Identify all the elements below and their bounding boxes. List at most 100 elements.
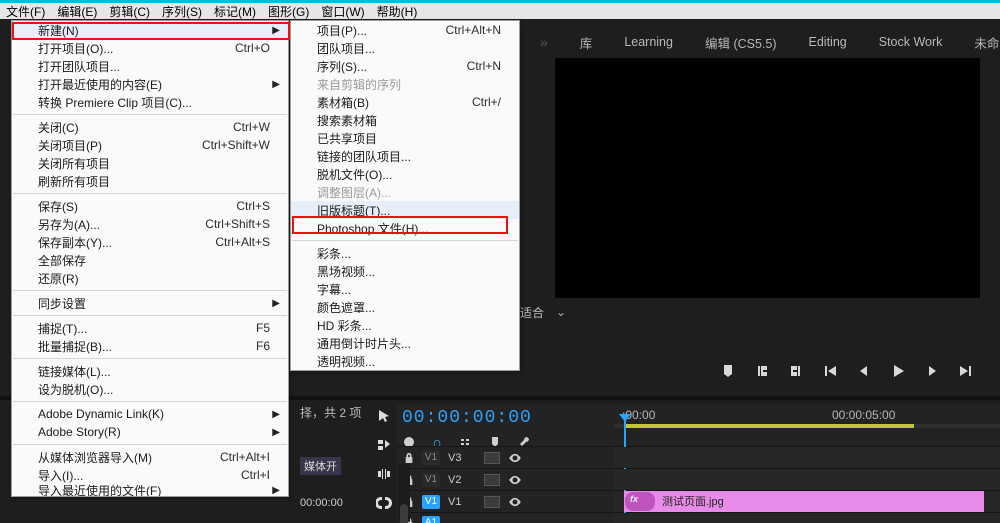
out-point-icon[interactable] (788, 363, 804, 379)
eye-icon[interactable] (508, 453, 522, 463)
menu-item[interactable]: 全部保存 (12, 251, 288, 269)
menu-bar-item[interactable]: 帮助(H) (377, 3, 418, 20)
menu-bar-item[interactable]: 剪辑(C) (109, 3, 150, 20)
menu-item[interactable]: 还原(R) (12, 269, 288, 287)
menu-item[interactable]: 打开最近使用的内容(E)▶ (12, 75, 288, 93)
workspace-tab[interactable]: Editing (809, 35, 847, 49)
eye-icon[interactable] (508, 497, 522, 507)
fx-badge-icon[interactable]: fx (630, 494, 644, 504)
work-area-bar[interactable] (624, 424, 914, 428)
track-mute-toggle[interactable] (484, 496, 500, 508)
menu-item[interactable]: 项目(P)...Ctrl+Alt+N (291, 21, 519, 39)
menu-bar-item[interactable]: 序列(S) (162, 3, 202, 20)
menu-item[interactable]: 同步设置▶ (12, 294, 288, 312)
track-mute-toggle[interactable] (484, 452, 500, 464)
menu-item[interactable]: 链接的团队项目... (291, 147, 519, 165)
menu-item[interactable]: 关闭所有项目 (12, 154, 288, 172)
goto-in-icon[interactable] (822, 363, 838, 379)
track-name[interactable]: V2 (448, 474, 476, 486)
menu-item[interactable]: 通用倒计时片头... (291, 334, 519, 352)
workspace-tab[interactable]: 未命 (974, 33, 999, 52)
track-select-tool-icon[interactable] (376, 437, 392, 453)
menu-item[interactable]: 批量捕捉(B)...F6 (12, 337, 288, 355)
menu-item[interactable]: 素材箱(B)Ctrl+/ (291, 93, 519, 111)
menu-item[interactable]: 已共享项目 (291, 129, 519, 147)
menu-item[interactable]: HD 彩条... (291, 316, 519, 334)
track-lane[interactable]: fx测试页面.jpg (614, 491, 1000, 512)
menu-bar-item[interactable]: 文件(F) (6, 3, 45, 20)
zoom-fit-dropdown[interactable]: 适合 ⌄ (520, 302, 566, 322)
lock-icon[interactable] (404, 452, 414, 464)
menu-item[interactable]: 转换 Premiere Clip 项目(C)... (12, 93, 288, 111)
workspace-bar[interactable]: » 库 Learning 编辑 (CS5.5) Editing Stock Work 未命 (520, 30, 1000, 54)
menu-item[interactable]: 脱机文件(O)... (291, 165, 519, 183)
menu-bar-item[interactable]: 窗口(W) (321, 3, 364, 20)
track-name[interactable]: V1 (448, 496, 476, 508)
menu-item[interactable]: 关闭(C)Ctrl+W (12, 118, 288, 136)
menu-item[interactable]: 设为脱机(O)... (12, 380, 288, 398)
step-fwd-icon[interactable] (924, 363, 940, 379)
project-selection-info: 择，共 2 项 (300, 404, 361, 421)
video-clip[interactable]: fx测试页面.jpg (624, 491, 984, 512)
menu-item[interactable]: 导入最近使用的文件(F)▶ (12, 484, 288, 496)
track-lane[interactable] (614, 469, 1000, 490)
workspace-tab[interactable]: 编辑 (CS5.5) (705, 33, 777, 52)
menu-item[interactable]: Adobe Story(R)▶ (12, 423, 288, 441)
menu-item[interactable]: Adobe Dynamic Link(K)▶ (12, 405, 288, 423)
track-lane[interactable] (614, 447, 1000, 468)
menu-item[interactable]: 新建(N)▶ (12, 21, 288, 39)
workspace-tab[interactable]: Stock Work (879, 35, 943, 49)
track-targeting-toggle[interactable]: V1 (422, 451, 440, 465)
play-icon[interactable] (890, 363, 906, 379)
workspace-tab[interactable]: Learning (624, 35, 673, 49)
menu-item[interactable]: 搜索素材箱 (291, 111, 519, 129)
menu-item[interactable]: 团队项目... (291, 39, 519, 57)
menu-item[interactable]: 从媒体浏览器导入(M)Ctrl+Alt+I (12, 448, 288, 466)
file-menu[interactable]: 新建(N)▶打开项目(O)...Ctrl+O打开团队项目...打开最近使用的内容… (11, 20, 289, 497)
menu-item[interactable]: 彩条... (291, 244, 519, 262)
menu-item[interactable]: 颜色遮罩... (291, 298, 519, 316)
add-marker-icon[interactable] (720, 363, 736, 379)
menu-item[interactable]: 打开团队项目... (12, 57, 288, 75)
menu-item[interactable]: 序列(S)...Ctrl+N (291, 57, 519, 75)
menu-item[interactable]: 链接媒体(L)... (12, 362, 288, 380)
menu-item[interactable]: Photoshop 文件(H)... (291, 219, 519, 237)
menu-item[interactable]: 黑场视频... (291, 262, 519, 280)
track-lane[interactable] (614, 513, 1000, 523)
ripple-edit-tool-icon[interactable] (376, 466, 392, 482)
menu-item[interactable]: 另存为(A)...Ctrl+Shift+S (12, 215, 288, 233)
menu-item[interactable]: 保存(S)Ctrl+S (12, 197, 288, 215)
menu-bar[interactable]: 文件(F) 编辑(E) 剪辑(C) 序列(S) 标记(M) 图形(G) 窗口(W) 帮助(H) (0, 3, 1000, 19)
submenu-arrow-icon: ▶ (272, 427, 280, 438)
in-point-icon[interactable] (754, 363, 770, 379)
step-back-icon[interactable] (856, 363, 872, 379)
track-targeting-toggle[interactable]: A1 (422, 516, 440, 523)
timeline-timecode[interactable]: 00:00:00:00 (402, 408, 608, 428)
menu-bar-item[interactable]: 编辑(E) (57, 3, 97, 20)
track-targeting-toggle[interactable]: V1 (422, 473, 440, 487)
goto-out-icon[interactable] (958, 363, 974, 379)
track-targeting-toggle[interactable]: V1 (422, 495, 440, 509)
project-column-header[interactable]: 媒体开 (300, 457, 341, 475)
menu-bar-item[interactable]: 图形(G) (268, 3, 309, 20)
menu-item[interactable]: 捕捉(T)...F5 (12, 319, 288, 337)
workspace-overflow-icon[interactable]: » (540, 34, 548, 50)
menu-item[interactable]: 字幕... (291, 280, 519, 298)
menu-item[interactable]: 导入(I)...Ctrl+I (12, 466, 288, 484)
track-mute-toggle[interactable] (484, 474, 500, 486)
timeline-ruler[interactable]: :00:00 00:00:05:00 (614, 404, 1000, 446)
menu-item[interactable]: 刷新所有项目 (12, 172, 288, 190)
menu-item[interactable]: 打开项目(O)...Ctrl+O (12, 39, 288, 57)
track-name[interactable]: V3 (448, 452, 476, 464)
timeline-vertical-scrollbar[interactable] (398, 464, 410, 521)
eye-icon[interactable] (508, 475, 522, 485)
menu-item[interactable]: 关闭项目(P)Ctrl+Shift+W (12, 136, 288, 154)
menu-item[interactable]: 透明视频... (291, 352, 519, 370)
selection-tool-icon[interactable] (376, 408, 392, 424)
menu-item[interactable]: 保存副本(Y)...Ctrl+Alt+S (12, 233, 288, 251)
new-submenu[interactable]: 项目(P)...Ctrl+Alt+N团队项目...序列(S)...Ctrl+N来… (290, 20, 520, 371)
menu-item[interactable]: 旧版标题(T)... (291, 201, 519, 219)
workspace-tab[interactable]: 库 (580, 33, 593, 52)
menu-bar-item[interactable]: 标记(M) (214, 3, 256, 20)
snap-toggle-icon[interactable] (376, 495, 392, 511)
